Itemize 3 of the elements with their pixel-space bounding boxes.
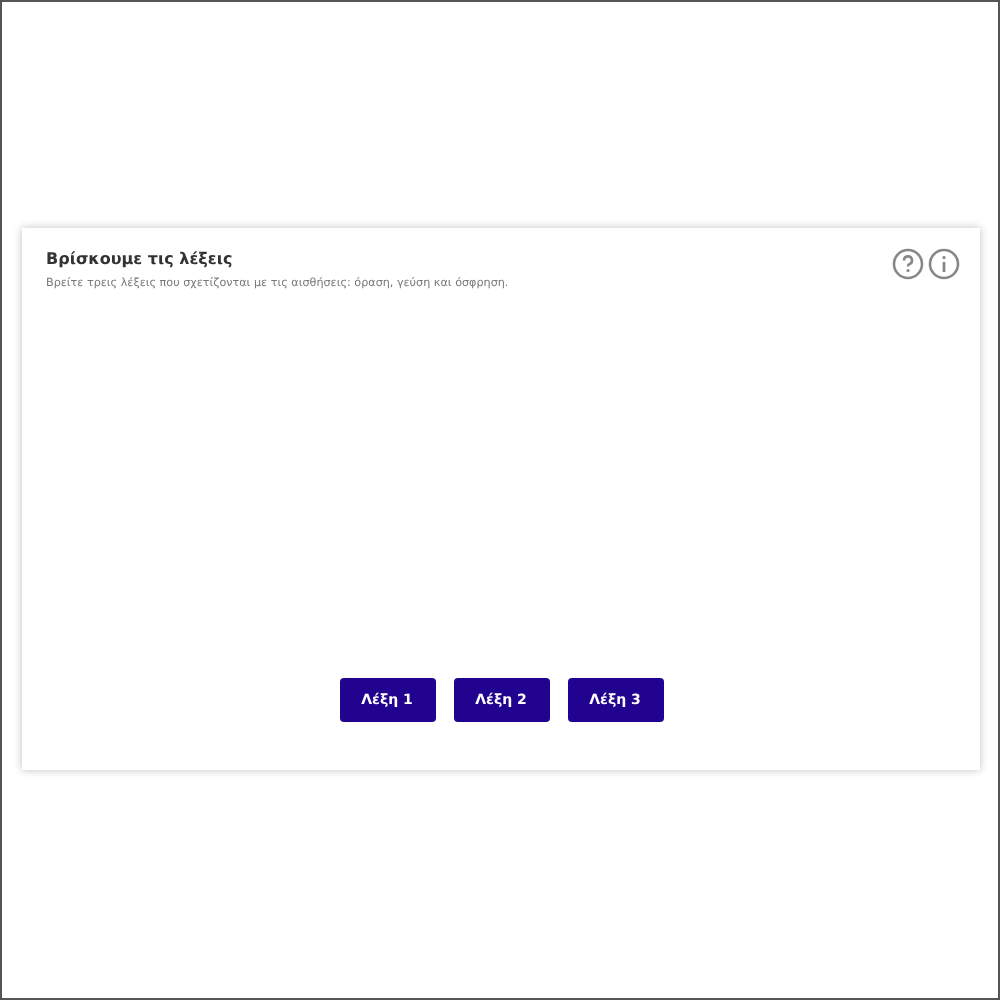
help-icon[interactable] <box>892 248 924 280</box>
activity-title: Βρίσκουμε τις λέξεις <box>46 250 233 268</box>
info-icon[interactable] <box>928 248 960 280</box>
